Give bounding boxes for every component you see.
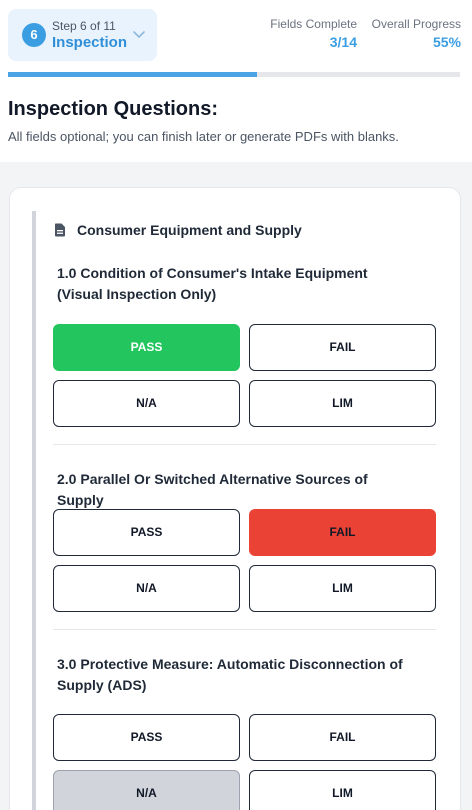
question-divider: [53, 629, 436, 630]
document-icon: [55, 223, 65, 237]
step-number-badge: 6: [22, 23, 46, 47]
question-1-text: 1.0 Condition of Consumer's Intake Equip…: [57, 265, 368, 302]
q1-pass-button[interactable]: PASS: [53, 324, 240, 371]
overall-progress-value: 55%: [432, 34, 461, 50]
progress-bar-fill: [8, 72, 257, 77]
page-subtitle: All fields optional; you can finish late…: [8, 129, 399, 144]
intro-panel: Inspection Questions: All fields optiona…: [0, 78, 472, 162]
q1-lim-button[interactable]: LIM: [249, 380, 436, 427]
progress-bar: [8, 72, 460, 77]
section-accent-bar: [32, 211, 36, 810]
q2-lim-button[interactable]: LIM: [249, 565, 436, 612]
page-title: Inspection Questions:: [8, 98, 219, 120]
wizard-header: 6 Step 6 of 11 Inspection Fields Complet…: [0, 0, 472, 78]
chevron-down-icon: [133, 31, 145, 38]
q3-na-button[interactable]: N/A: [53, 770, 240, 810]
question-2-text: 2.0 Parallel Or Switched Alternative Sou…: [57, 471, 368, 508]
q3-fail-button[interactable]: FAIL: [249, 714, 436, 761]
q3-lim-button[interactable]: LIM: [249, 770, 436, 810]
question-divider: [53, 444, 436, 445]
fields-complete-stat: Fields Complete 3/14: [270, 17, 357, 50]
fields-complete-value: 3/14: [329, 34, 357, 50]
q3-pass-button[interactable]: PASS: [53, 714, 240, 761]
step-name: Inspection: [52, 34, 128, 51]
overall-progress-label: Overall Progress: [371, 17, 461, 31]
question-3-text: 3.0 Protective Measure: Automatic Discon…: [57, 656, 403, 693]
q1-fail-button[interactable]: FAIL: [249, 324, 436, 371]
overall-progress-stat: Overall Progress 55%: [372, 17, 461, 50]
q2-pass-button[interactable]: PASS: [53, 509, 240, 556]
q1-na-button[interactable]: N/A: [53, 380, 240, 427]
q2-na-button[interactable]: N/A: [53, 565, 240, 612]
section-title: Consumer Equipment and Supply: [77, 222, 302, 238]
fields-complete-label: Fields Complete: [270, 17, 357, 31]
q2-fail-button[interactable]: FAIL: [249, 509, 436, 556]
step-selector[interactable]: 6 Step 6 of 11 Inspection: [8, 9, 157, 61]
step-counter: Step 6 of 11: [52, 19, 116, 33]
